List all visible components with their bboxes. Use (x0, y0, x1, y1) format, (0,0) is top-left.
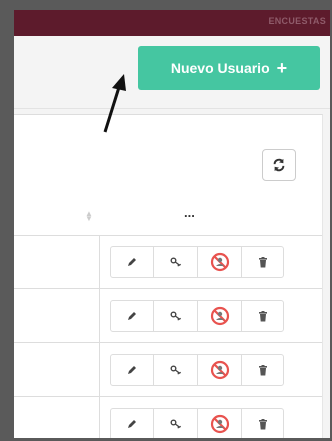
annotation-arrow (103, 74, 126, 133)
